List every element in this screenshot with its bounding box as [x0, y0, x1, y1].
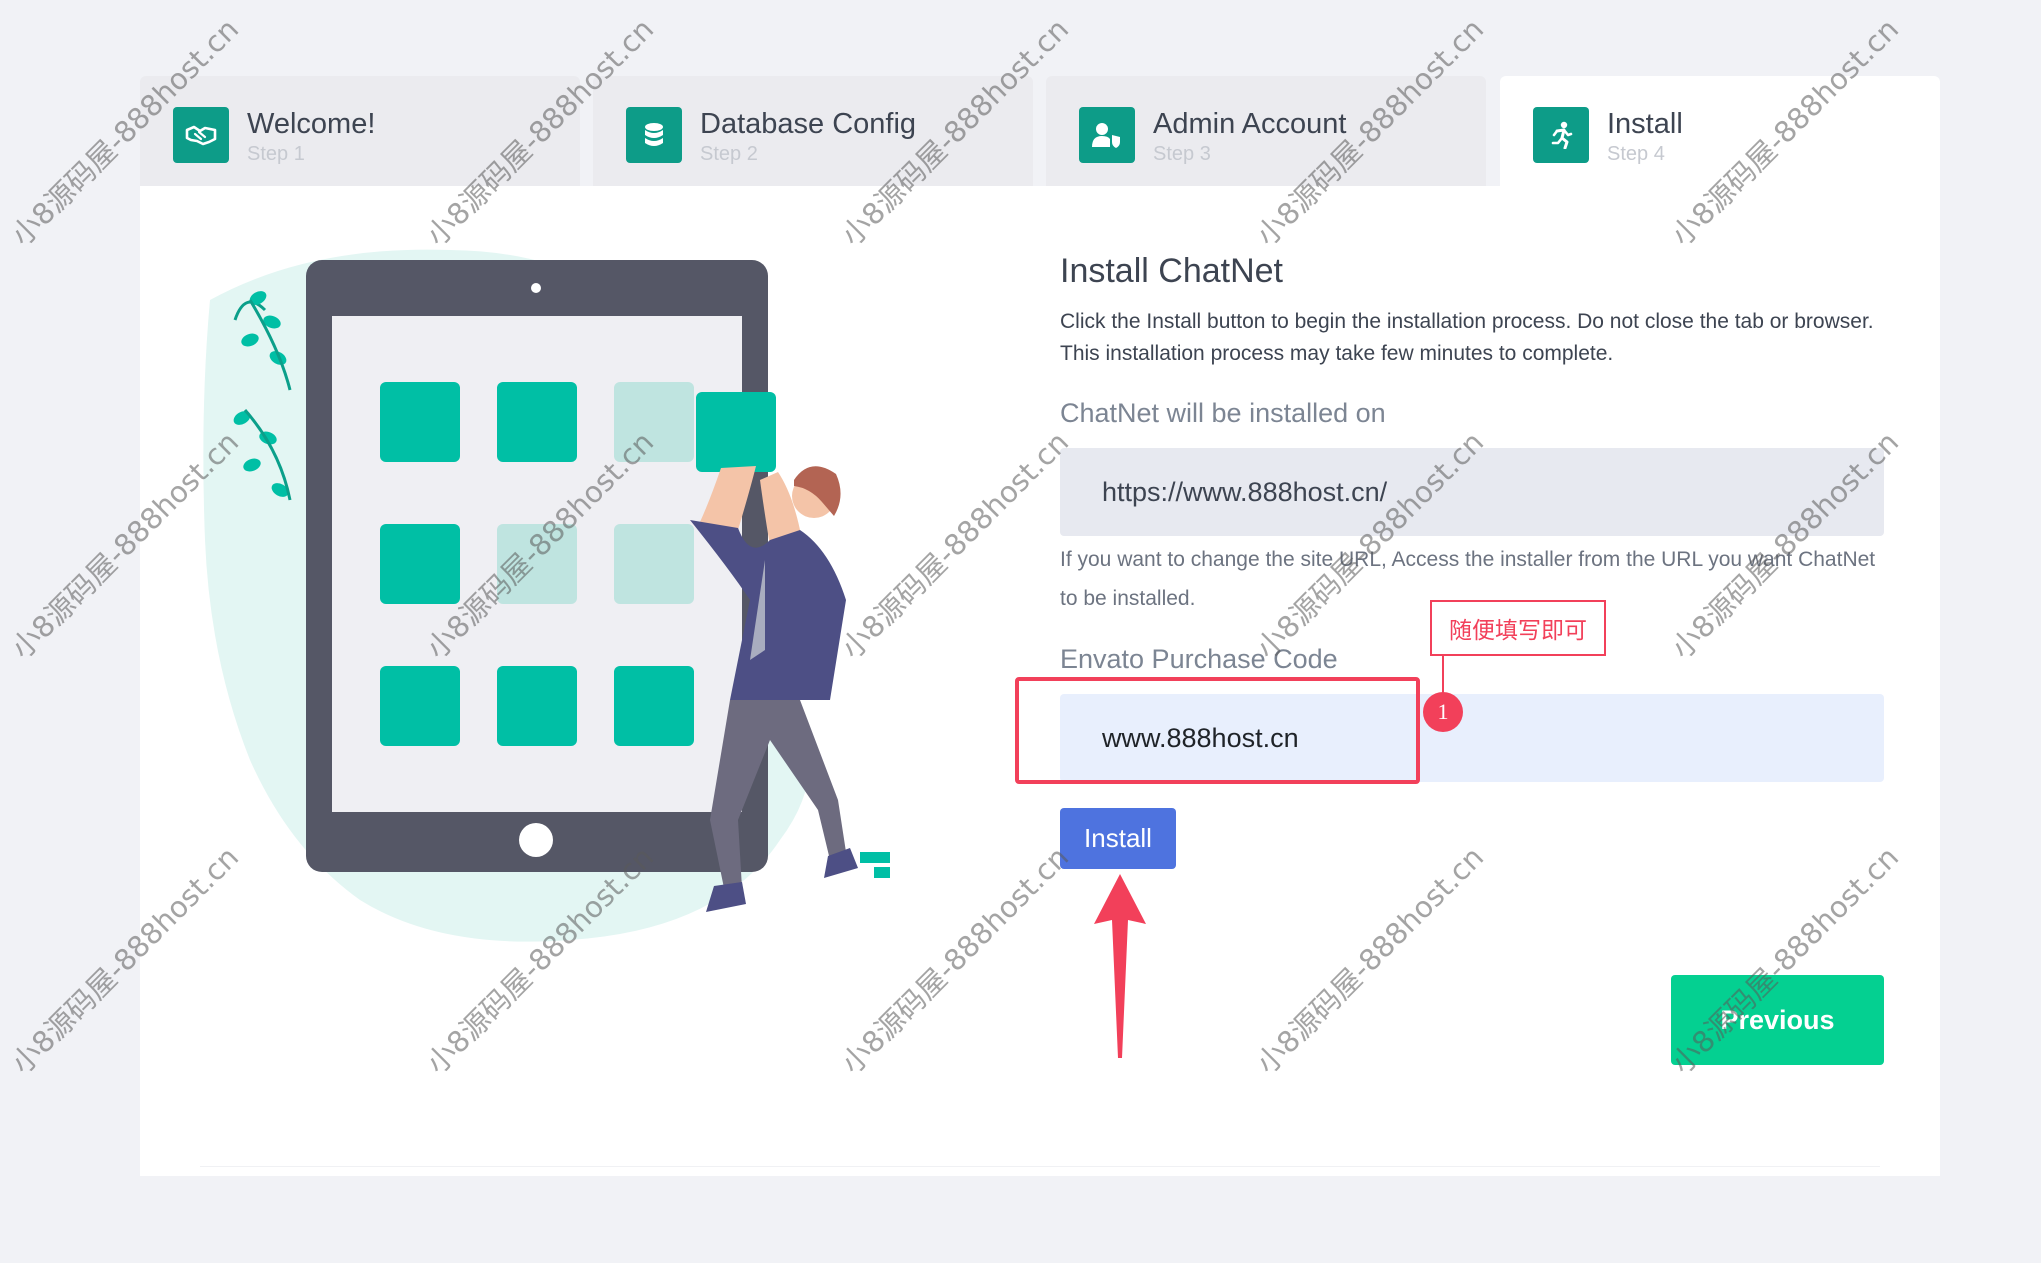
url-label: ChatNet will be installed on	[1060, 398, 1386, 428]
annotation-callout: 随便填写即可	[1430, 600, 1606, 656]
database-icon	[626, 107, 682, 163]
tab-title: Database Config	[700, 108, 917, 140]
tab-install[interactable]: Install Step 4	[1500, 76, 1940, 186]
handshake-icon	[173, 107, 229, 163]
tab-step: Step 3	[1153, 143, 1211, 165]
annotation-badge: 1	[1423, 692, 1463, 732]
install-description: Click the Install button to begin the in…	[1060, 310, 1874, 365]
annotation-highlight-box	[1015, 677, 1420, 784]
annotation-arrow-icon	[1094, 874, 1146, 1058]
tab-title: Install	[1607, 108, 1683, 140]
tab-title: Welcome!	[247, 108, 376, 140]
purchase-code-label: Envato Purchase Code	[1060, 644, 1338, 674]
site-url-field: https://www.888host.cn/	[1060, 448, 1884, 536]
panel-divider	[200, 1166, 1880, 1167]
page-title: Install ChatNet	[1060, 252, 1283, 290]
tablet-illustration	[203, 249, 890, 942]
tab-title: Admin Account	[1153, 108, 1347, 140]
user-shield-icon	[1079, 107, 1135, 163]
tab-step: Step 4	[1607, 143, 1665, 165]
annotation-callout-line	[1442, 656, 1444, 694]
tab-database-config[interactable]: Database Config Step 2	[593, 76, 1033, 186]
install-button[interactable]: Install	[1060, 808, 1176, 869]
tab-step: Step 2	[700, 143, 758, 165]
previous-button[interactable]: Previous	[1671, 975, 1884, 1065]
wizard-tabs: Welcome! Step 1 Database Config Step 2 A…	[140, 76, 1940, 186]
tab-welcome[interactable]: Welcome! Step 1	[140, 76, 580, 186]
tab-step: Step 1	[247, 143, 305, 165]
running-icon	[1533, 107, 1589, 163]
tab-admin-account[interactable]: Admin Account Step 3	[1046, 76, 1486, 186]
